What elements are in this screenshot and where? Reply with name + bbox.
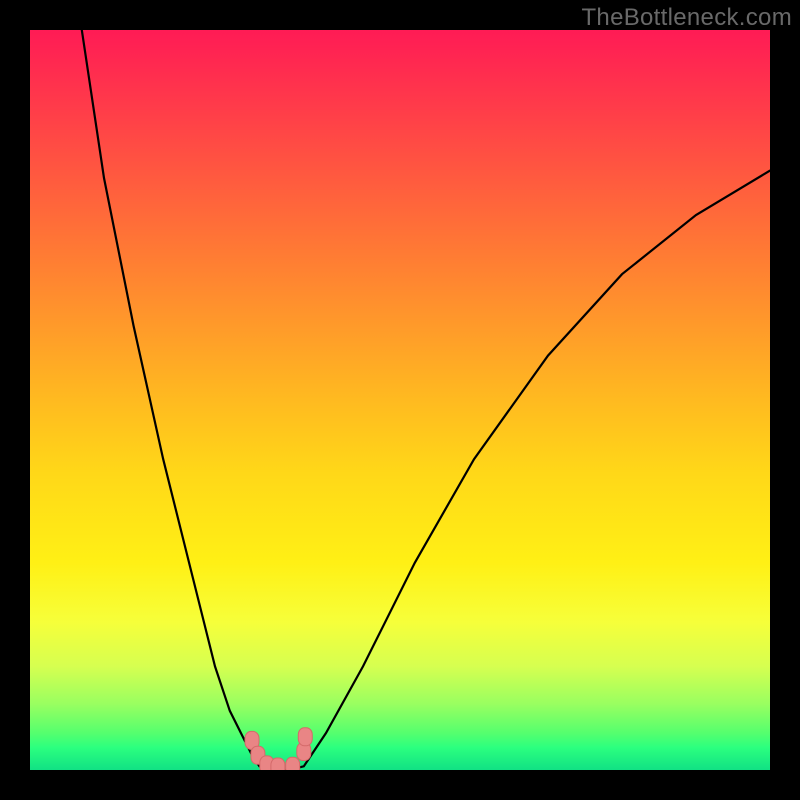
plot-area: [30, 30, 770, 770]
curve-marker: [298, 728, 312, 746]
marker-group: [245, 728, 312, 770]
curve-marker: [286, 757, 300, 770]
bottleneck-curve: [82, 30, 770, 770]
curve-marker: [271, 758, 285, 770]
chart-frame: TheBottleneck.com: [0, 0, 800, 800]
watermark-text: TheBottleneck.com: [581, 4, 792, 32]
chart-svg: [30, 30, 770, 770]
